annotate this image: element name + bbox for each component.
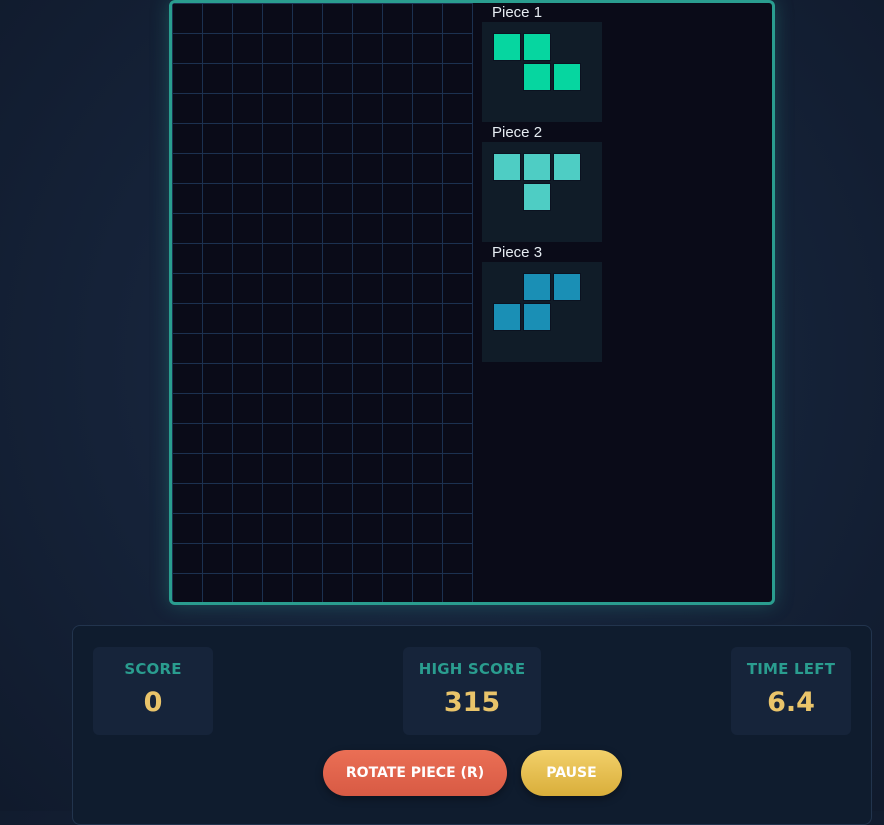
piece-block [523,273,551,301]
piece-preview[interactable] [482,262,602,362]
pause-button[interactable]: PAUSE [521,750,622,796]
time-left-card: TIME LEFT 6.4 [731,647,851,735]
rotate-piece-button[interactable]: ROTATE PIECE (R) [323,750,507,796]
score-card: SCORE 0 [93,647,213,735]
piece-label: Piece 3 [492,244,543,261]
piece-block [553,63,581,91]
score-label: SCORE [124,660,182,678]
piece-label: Piece 1 [492,4,543,21]
piece-label: Piece 2 [492,124,543,141]
piece-preview[interactable] [482,22,602,122]
high-score-card: HIGH SCORE 315 [403,647,541,735]
piece-block [493,153,521,181]
high-score-label: HIGH SCORE [418,660,526,678]
piece-slot-2[interactable]: Piece 2 [482,123,602,243]
piece-block [523,183,551,211]
piece-block [493,303,521,331]
playfield-grid[interactable] [172,3,473,602]
piece-slot-1[interactable]: Piece 1 [482,3,602,123]
time-left-value: 6.4 [767,687,815,718]
stats-panel: SCORE 0 HIGH SCORE 315 TIME LEFT 6.4 ROT… [72,625,872,825]
high-score-value: 315 [443,687,501,718]
piece-preview[interactable] [482,142,602,242]
piece-block [523,303,551,331]
piece-block [493,33,521,61]
piece-slot-3[interactable]: Piece 3 [482,243,602,363]
game-board: Piece 1 Piece 2 Piece 3 [169,0,775,605]
time-left-label: TIME LEFT [746,660,836,678]
score-value: 0 [143,687,163,718]
piece-block [523,33,551,61]
piece-block [523,63,551,91]
piece-block [523,153,551,181]
piece-block [553,273,581,301]
piece-block [553,153,581,181]
